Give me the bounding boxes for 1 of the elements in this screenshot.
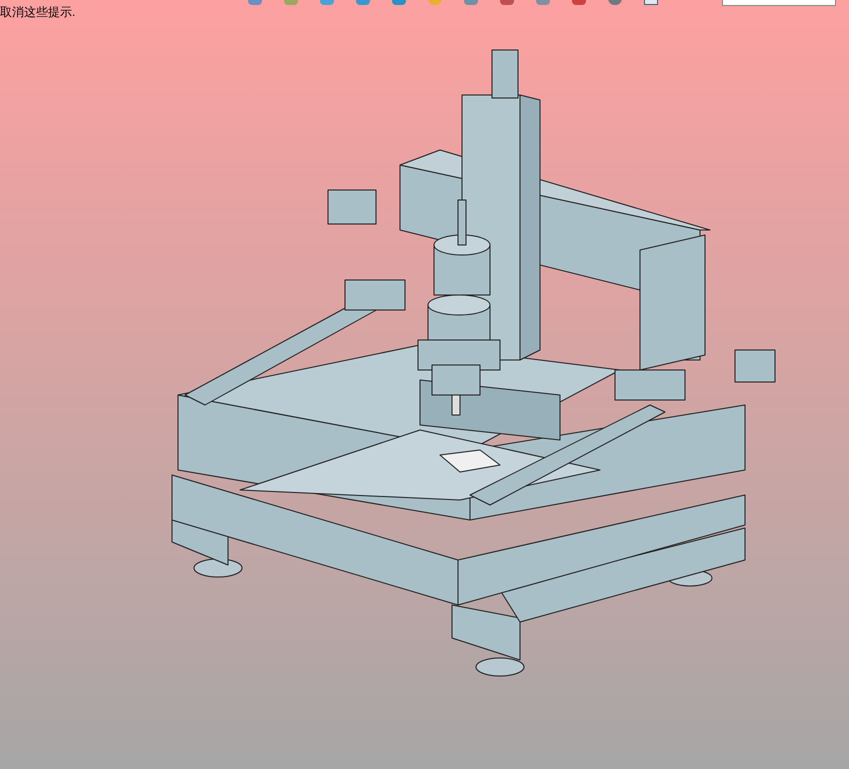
hint-text: 取消这些提示. [0, 4, 76, 20]
